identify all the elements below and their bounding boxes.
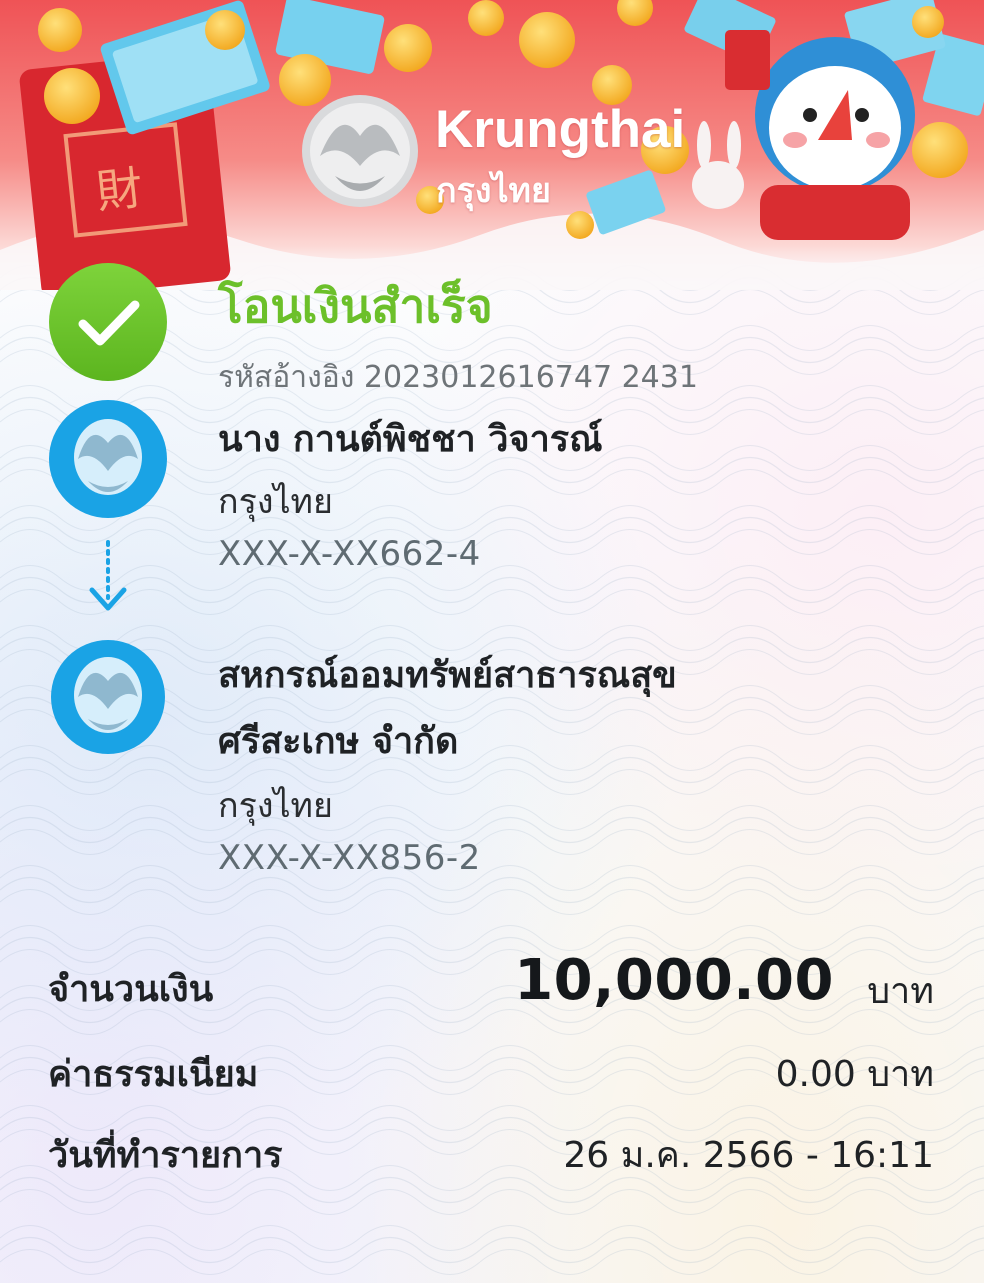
brand-name-th: กรุงไทย [436, 172, 551, 210]
amount-value: 10,000.00 [514, 948, 834, 1013]
sender-name: นาง กานต์พิชชา วิจารณ์ [218, 419, 603, 460]
brand-name-en: Krungthai [435, 100, 686, 159]
new-year-banner: 財 Krungthai กรุงไทย [0, 0, 984, 290]
receiver-name-line2: ศรีสะเกษ จำกัด [218, 721, 459, 762]
krungthai-logo: Krungthai กรุงไทย [300, 95, 700, 210]
status-title: โอนเงินสำเร็จ [218, 279, 493, 333]
fee-label: ค่าธรรมเนียม [48, 1054, 259, 1095]
sender-account: XXX-X-XX662-4 [218, 534, 481, 574]
receiver-name-line1: สหกรณ์ออมทรัพย์สาธารณสุข [218, 655, 677, 696]
sender-bank: กรุงไทย [218, 482, 333, 522]
receiver-bank-logo-icon [51, 640, 165, 754]
svg-text:財: 財 [94, 160, 145, 219]
receiver-bank: กรุงไทย [218, 786, 333, 826]
amount-label: จำนวนเงิน [48, 969, 214, 1010]
reference-number: รหัสอ้างอิง 2023012616747 2431 [218, 360, 698, 395]
amount-unit: บาท [867, 971, 934, 1012]
fee-value: 0.00 บาท [775, 1054, 934, 1095]
date-label: วันที่ทำรายการ [48, 1135, 283, 1176]
sender-bank-logo-icon [49, 400, 167, 518]
receiver-account: XXX-X-XX856-2 [218, 838, 481, 878]
check-circle-icon [49, 263, 167, 381]
arrow-down-dotted-icon [89, 540, 127, 611]
transfer-slip: 財 Krungthai กรุงไทย โอนเงินสำเร็จ รหัสอ้… [0, 0, 984, 1283]
date-value: 26 ม.ค. 2566 - 16:11 [563, 1135, 934, 1176]
